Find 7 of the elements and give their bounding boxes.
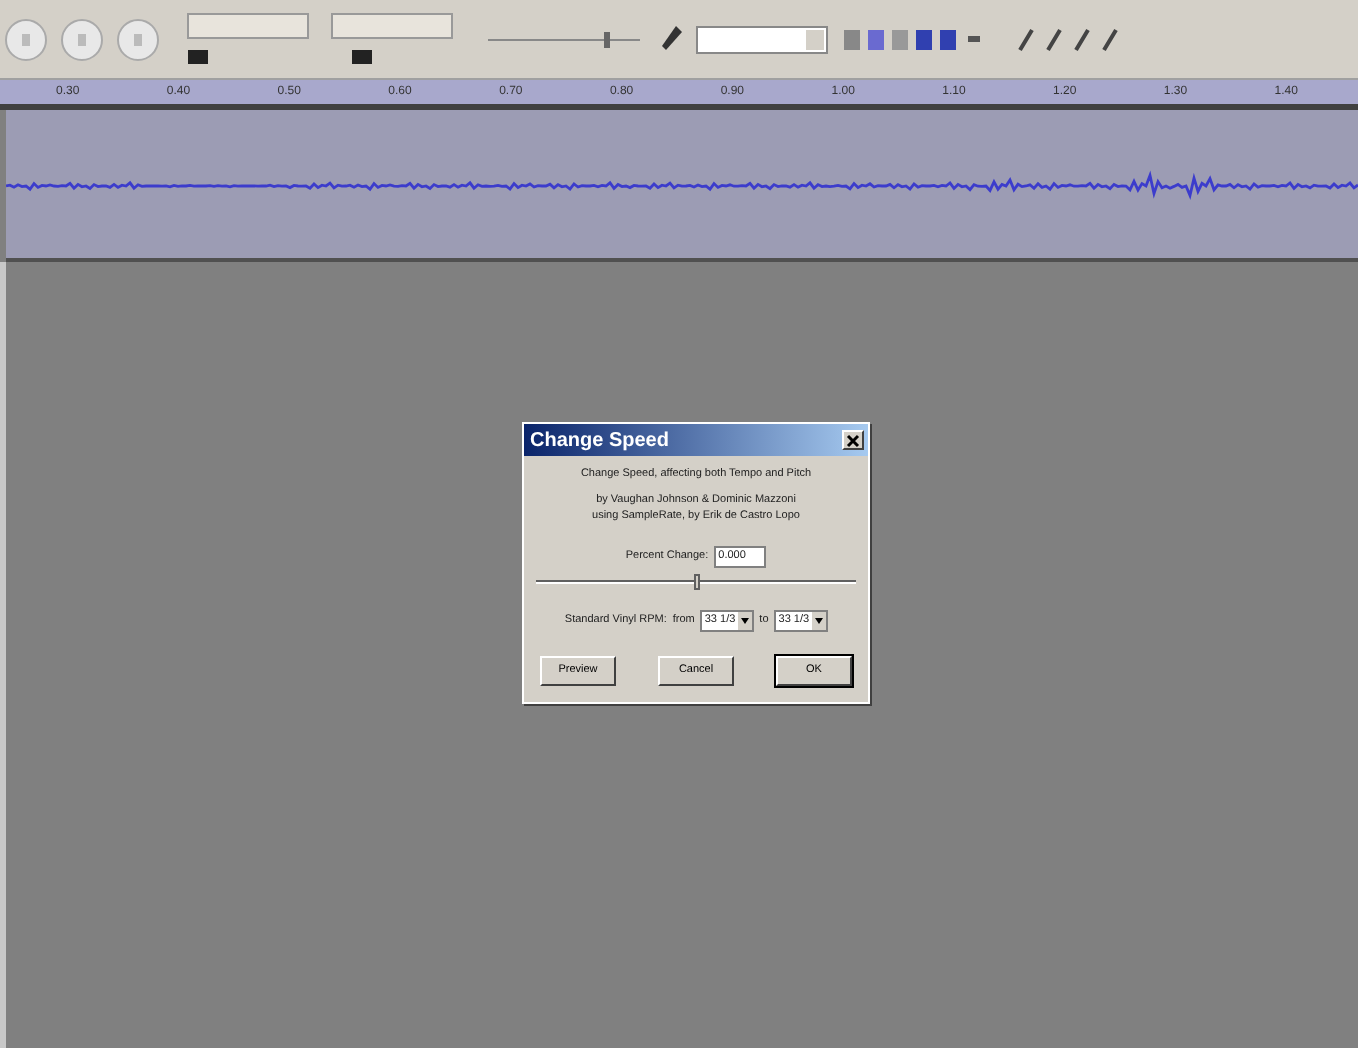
audio-track[interactable] bbox=[6, 110, 1358, 262]
slider-thumb[interactable] bbox=[694, 573, 700, 589]
window-title: Change Speed bbox=[530, 429, 669, 451]
device-dropdown-icon[interactable] bbox=[696, 25, 828, 53]
caret-icon[interactable] bbox=[811, 611, 826, 629]
caret-icon[interactable] bbox=[737, 611, 752, 629]
close-button[interactable] bbox=[842, 430, 864, 450]
